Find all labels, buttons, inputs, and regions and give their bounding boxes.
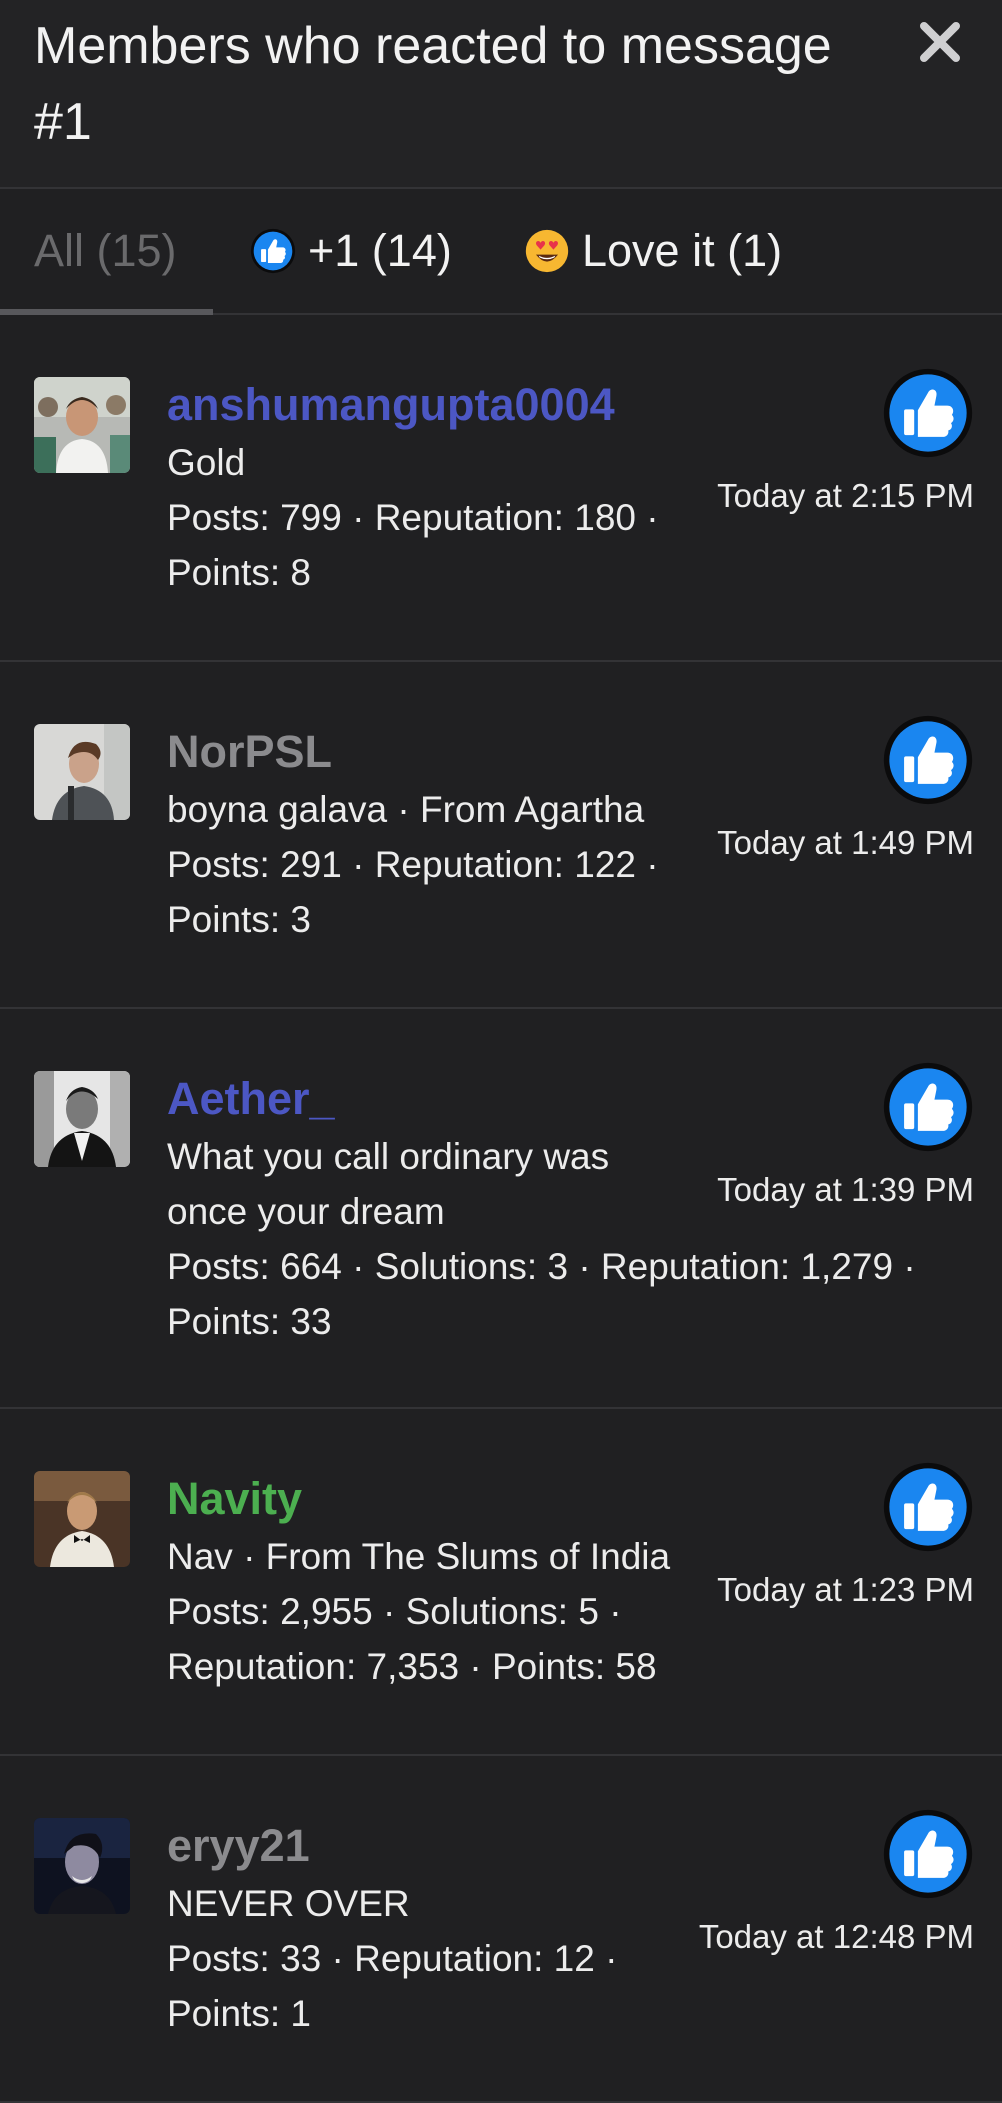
- tab-plus-one[interactable]: +1 (14): [250, 189, 452, 313]
- list-item: anshumangupta0004 Gold Posts: 799 · Repu…: [0, 315, 1002, 662]
- username-link[interactable]: NorPSL: [167, 722, 727, 782]
- list-item: NorPSL boyna galava · From Agartha Posts…: [0, 662, 1002, 1009]
- thumbs-up-icon: [882, 367, 974, 459]
- user-title-continued: once your dream: [167, 1191, 445, 1232]
- reaction-time: Today at 1:49 PM: [717, 824, 974, 861]
- user-title: NEVER OVER: [167, 1883, 410, 1924]
- thumbs-up-icon: [882, 1461, 974, 1553]
- avatar[interactable]: [34, 1818, 130, 1914]
- user-stats: Posts: 291 · Reputation: 122 ·: [167, 844, 659, 885]
- user-points: Points: 33: [167, 1301, 332, 1342]
- user-title: Gold: [167, 442, 246, 483]
- thumbs-up-icon: [250, 228, 296, 274]
- list-item: Aether_ What you call ordinary was once …: [0, 1009, 1002, 1409]
- username-link[interactable]: Aether_: [167, 1069, 727, 1129]
- username-link[interactable]: anshumangupta0004: [167, 375, 727, 435]
- reaction-time: Today at 1:23 PM: [717, 1571, 974, 1608]
- tab-love-it[interactable]: Love it (1): [524, 189, 782, 313]
- user-points: Points: 8: [167, 552, 311, 593]
- member-list: anshumangupta0004 Gold Posts: 799 · Repu…: [0, 315, 1002, 2103]
- user-stats: Posts: 664 · Solutions: 3 · Reputation: …: [167, 1246, 916, 1287]
- member-info: eryy21 NEVER OVER Posts: 33 · Reputation…: [167, 1816, 727, 2041]
- tab-love-it-label: Love it (1): [582, 225, 783, 276]
- user-stats: Posts: 2,955 · Solutions: 5 ·: [167, 1591, 622, 1632]
- avatar[interactable]: [34, 724, 130, 820]
- thumbs-up-icon: [882, 1061, 974, 1153]
- user-stats: Posts: 799 · Reputation: 180 ·: [167, 497, 659, 538]
- avatar[interactable]: [34, 377, 130, 473]
- list-item: eryy21 NEVER OVER Posts: 33 · Reputation…: [0, 1756, 1002, 2103]
- member-info: NorPSL boyna galava · From Agartha Posts…: [167, 722, 727, 947]
- member-info: anshumangupta0004 Gold Posts: 799 · Repu…: [167, 375, 727, 600]
- reaction-time: Today at 1:39 PM: [717, 1171, 974, 1208]
- avatar[interactable]: [34, 1471, 130, 1567]
- thumbs-up-icon: [882, 714, 974, 806]
- avatar[interactable]: [34, 1071, 130, 1167]
- user-title: What you call ordinary was: [167, 1136, 610, 1177]
- dialog-title: Members who reacted to message #1: [34, 17, 832, 151]
- dialog-header: Members who reacted to message #1: [0, 0, 1002, 189]
- close-icon[interactable]: [916, 18, 964, 66]
- tab-all-label: All (15): [34, 225, 177, 276]
- heart-eyes-emoji-icon: [525, 229, 569, 273]
- user-title: boyna galava · From Agartha: [167, 789, 645, 830]
- user-title: Nav · From The Slums of India: [167, 1536, 671, 1577]
- username-link[interactable]: eryy21: [167, 1816, 727, 1876]
- thumbs-up-icon: [882, 1808, 974, 1900]
- username-link[interactable]: Navity: [167, 1469, 727, 1529]
- list-item: Navity Nav · From The Slums of India Pos…: [0, 1409, 1002, 1756]
- user-points: Reputation: 7,353 · Points: 58: [167, 1646, 657, 1687]
- reaction-time: Today at 2:15 PM: [717, 477, 974, 514]
- member-info: Aether_ What you call ordinary was once …: [167, 1069, 916, 1349]
- tab-plus-one-label: +1 (14): [308, 225, 452, 276]
- member-info: Navity Nav · From The Slums of India Pos…: [167, 1469, 727, 1694]
- tab-all[interactable]: All (15): [34, 189, 177, 313]
- user-points: Points: 3: [167, 899, 311, 940]
- reaction-tabs: All (15) +1 (14) Love it (1): [0, 189, 1002, 315]
- reaction-time: Today at 12:48 PM: [698, 1918, 974, 1955]
- user-stats: Posts: 33 · Reputation: 12 ·: [167, 1938, 618, 1979]
- user-points: Points: 1: [167, 1993, 311, 2034]
